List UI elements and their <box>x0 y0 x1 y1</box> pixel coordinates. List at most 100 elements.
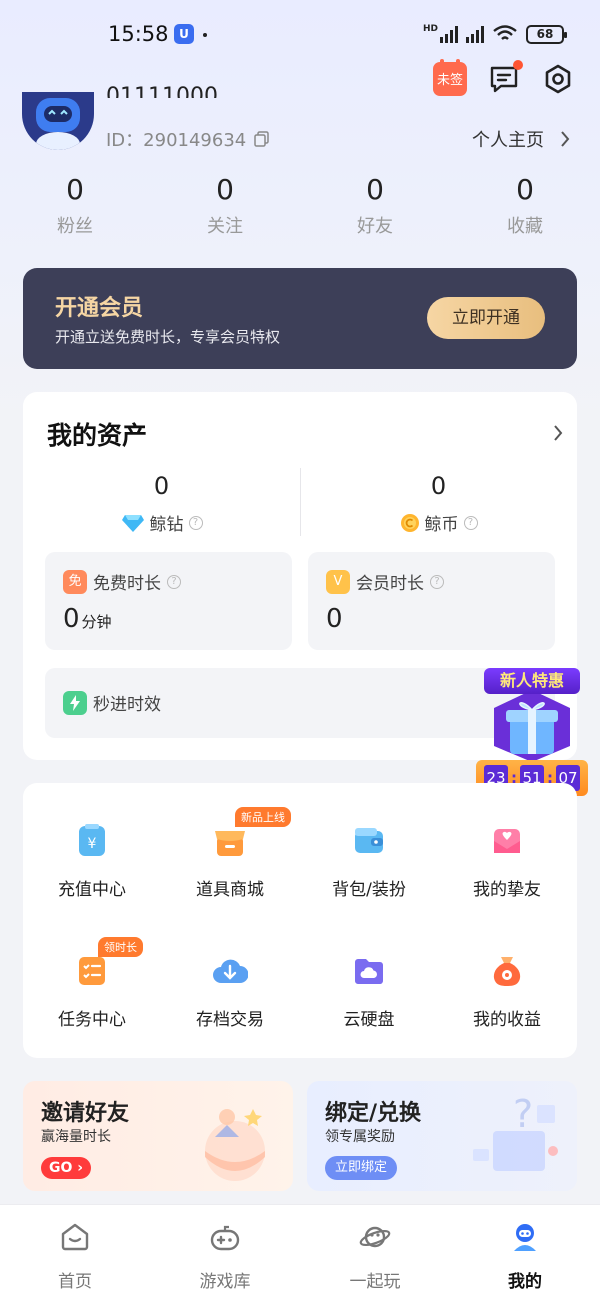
service-tasks[interactable]: 任务中心 <box>23 953 161 1030</box>
profile-section: 01111000 ID：290149634 个人主页 <box>22 84 578 156</box>
service-best-friends[interactable]: 我的挚友 <box>438 823 576 900</box>
stat-friends[interactable]: 0 好友 <box>300 172 450 238</box>
stats-row: 0 粉丝 0 关注 0 好友 0 收藏 <box>0 172 600 238</box>
new-product-tag: 新品上线 <box>235 807 291 827</box>
username: 01111000 <box>106 84 218 98</box>
cloud-download-icon <box>213 959 249 983</box>
diamond-label: 鲸钻 <box>149 515 184 535</box>
stat-label: 收藏 <box>507 216 543 237</box>
service-label: 背包/装扮 <box>332 880 406 900</box>
assets-chevron-right-icon[interactable] <box>553 424 563 442</box>
bind-title: 绑定/兑换 <box>325 1101 422 1126</box>
coin-label: 鲸币 <box>424 515 459 535</box>
help-icon[interactable]: ? <box>167 574 181 589</box>
stat-label: 粉丝 <box>57 216 93 237</box>
service-label: 存档交易 <box>196 1010 264 1030</box>
instant-label: 秒进时效 <box>93 695 161 715</box>
go-arrow-icon: › <box>72 1160 84 1176</box>
service-shop[interactable]: 道具商城 <box>161 823 299 900</box>
coin-label-row: 鲸币 ? <box>300 510 577 535</box>
stat-value: 0 <box>66 173 84 206</box>
instant-header: 秒进时效 <box>63 690 161 715</box>
help-icon[interactable]: ? <box>463 515 478 530</box>
planet-icon <box>359 1226 391 1248</box>
user-id-text: ID：290149634 <box>106 130 247 151</box>
avatar[interactable] <box>22 92 94 150</box>
free-time-box[interactable]: 免 免费时长 ? 0 分钟 <box>45 552 292 650</box>
assets-title: 我的资产 <box>47 421 148 450</box>
bind-subtitle: 领专属奖励 <box>325 1129 395 1145</box>
asset-diamond[interactable]: 0 鲸钻 ? <box>23 472 300 535</box>
task-list-icon <box>79 957 105 985</box>
service-save-trade[interactable]: 存档交易 <box>161 953 299 1030</box>
diamond-icon <box>121 514 144 532</box>
wifi-icon <box>493 25 517 40</box>
tab-label: 游戏库 <box>199 1272 251 1292</box>
folder-cloud-icon <box>355 959 383 984</box>
vip-open-button[interactable]: 立即开通 <box>427 297 545 339</box>
message-icon[interactable] <box>487 60 523 96</box>
bind-redeem-card[interactable]: ? 绑定/兑换 领专属奖励 立即绑定 <box>307 1081 577 1191</box>
home-icon <box>61 1223 89 1251</box>
message-unread-dot <box>513 60 523 70</box>
chevron-right-icon <box>561 131 570 147</box>
service-cloud-disk[interactable]: 云硬盘 <box>300 953 438 1030</box>
service-label: 我的挚友 <box>473 880 541 900</box>
free-time-value: 0 <box>63 604 80 634</box>
vip-time-box[interactable]: V 会员时长 ? 0 <box>308 552 555 650</box>
help-icon[interactable]: ? <box>430 574 444 589</box>
free-time-unit: 分钟 <box>81 613 112 631</box>
service-label: 充值中心 <box>58 880 126 900</box>
services-grid: ¥ 充值中心 道具商城 新品上线 背包/装扮 我的挚友 任务中心 领时长 存档交… <box>23 783 577 1058</box>
service-recharge[interactable]: ¥ 充值中心 <box>23 823 161 900</box>
get-time-tag: 领时长 <box>98 937 143 957</box>
bind-now-button[interactable]: 立即绑定 <box>325 1156 398 1180</box>
free-time-value-row: 0 分钟 <box>63 604 112 634</box>
invite-subtitle: 赢海量时长 <box>41 1129 111 1145</box>
stat-following[interactable]: 0 关注 <box>150 172 300 238</box>
bind-illustration: ? <box>473 1092 558 1171</box>
hd-label: HD <box>422 24 438 34</box>
stat-value: 0 <box>216 173 234 206</box>
promo-title: 新人特惠 <box>484 668 580 694</box>
homepage-label: 个人主页 <box>472 130 544 151</box>
recharge-icon: ¥ <box>79 824 105 856</box>
vip-banner[interactable]: 开通会员 开通立送免费时长，专享会员特权 立即开通 <box>23 268 577 369</box>
invite-illustration <box>205 1109 265 1181</box>
service-backpack[interactable]: 背包/装扮 <box>300 823 438 900</box>
go-label: GO <box>49 1160 73 1176</box>
vip-subtitle: 开通立送免费时长，专享会员特权 <box>55 328 281 346</box>
tab-game-library[interactable]: 游戏库 <box>150 1205 300 1300</box>
tab-label: 我的 <box>508 1272 542 1292</box>
homepage-link[interactable]: 个人主页 <box>472 126 570 152</box>
svg-text:?: ? <box>513 1092 533 1136</box>
stat-fans[interactable]: 0 粉丝 <box>0 172 150 238</box>
stat-label: 好友 <box>357 216 393 237</box>
invite-friends-card[interactable]: 邀请好友 赢海量时长 GO › <box>23 1081 293 1191</box>
help-icon[interactable]: ? <box>188 515 203 530</box>
asset-coin[interactable]: 0 鲸币 ? <box>300 472 577 535</box>
status-bar: 15:58 U HD 68 <box>0 0 600 66</box>
vip-time-label: 会员时长 <box>356 574 424 594</box>
service-label: 道具商城 <box>196 880 264 900</box>
app-notification-icon: U <box>174 24 194 44</box>
service-earnings[interactable]: 我的收益 <box>438 953 576 1030</box>
settings-icon[interactable] <box>541 62 575 96</box>
tab-label: 首页 <box>58 1272 92 1292</box>
diamond-value: 0 <box>153 472 170 500</box>
svg-text:¥: ¥ <box>88 836 97 852</box>
tab-play-together[interactable]: 一起玩 <box>300 1205 450 1300</box>
stat-favorites[interactable]: 0 收藏 <box>450 172 600 238</box>
copy-icon[interactable] <box>254 131 270 147</box>
signal-icon <box>440 25 458 43</box>
checkin-button[interactable]: 未签 <box>433 59 467 96</box>
heart-mail-icon <box>494 829 520 853</box>
tab-home[interactable]: 首页 <box>0 1205 150 1300</box>
status-time: 15:58 <box>108 22 169 46</box>
gift-box-icon <box>494 690 570 762</box>
invite-go-button[interactable]: GO › <box>41 1157 92 1179</box>
tab-mine[interactable]: 我的 <box>450 1205 600 1300</box>
newcomer-promo[interactable]: 新人特惠 23 : 51 : 07 <box>476 668 588 798</box>
coin-value: 0 <box>430 472 447 500</box>
stat-value: 0 <box>516 173 534 206</box>
